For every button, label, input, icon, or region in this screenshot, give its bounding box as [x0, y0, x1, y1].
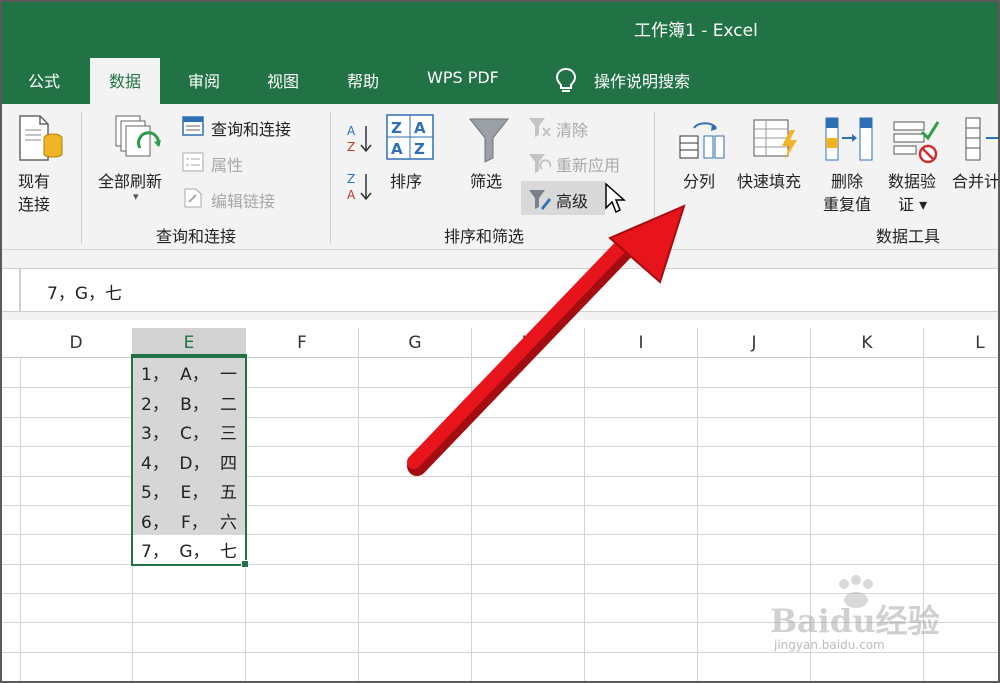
watermark-url: jingyan.baidu.com: [774, 638, 885, 652]
gridline: [2, 681, 1000, 682]
excel-window: 工作簿1 - Excel 公式 数据 审阅 视图 帮助 WPS PDF 操作说明…: [0, 0, 1000, 683]
watermark-brand: Baidu经验: [770, 602, 940, 640]
baidu-watermark: Baidu经验 jingyan.baidu.com: [760, 575, 960, 662]
